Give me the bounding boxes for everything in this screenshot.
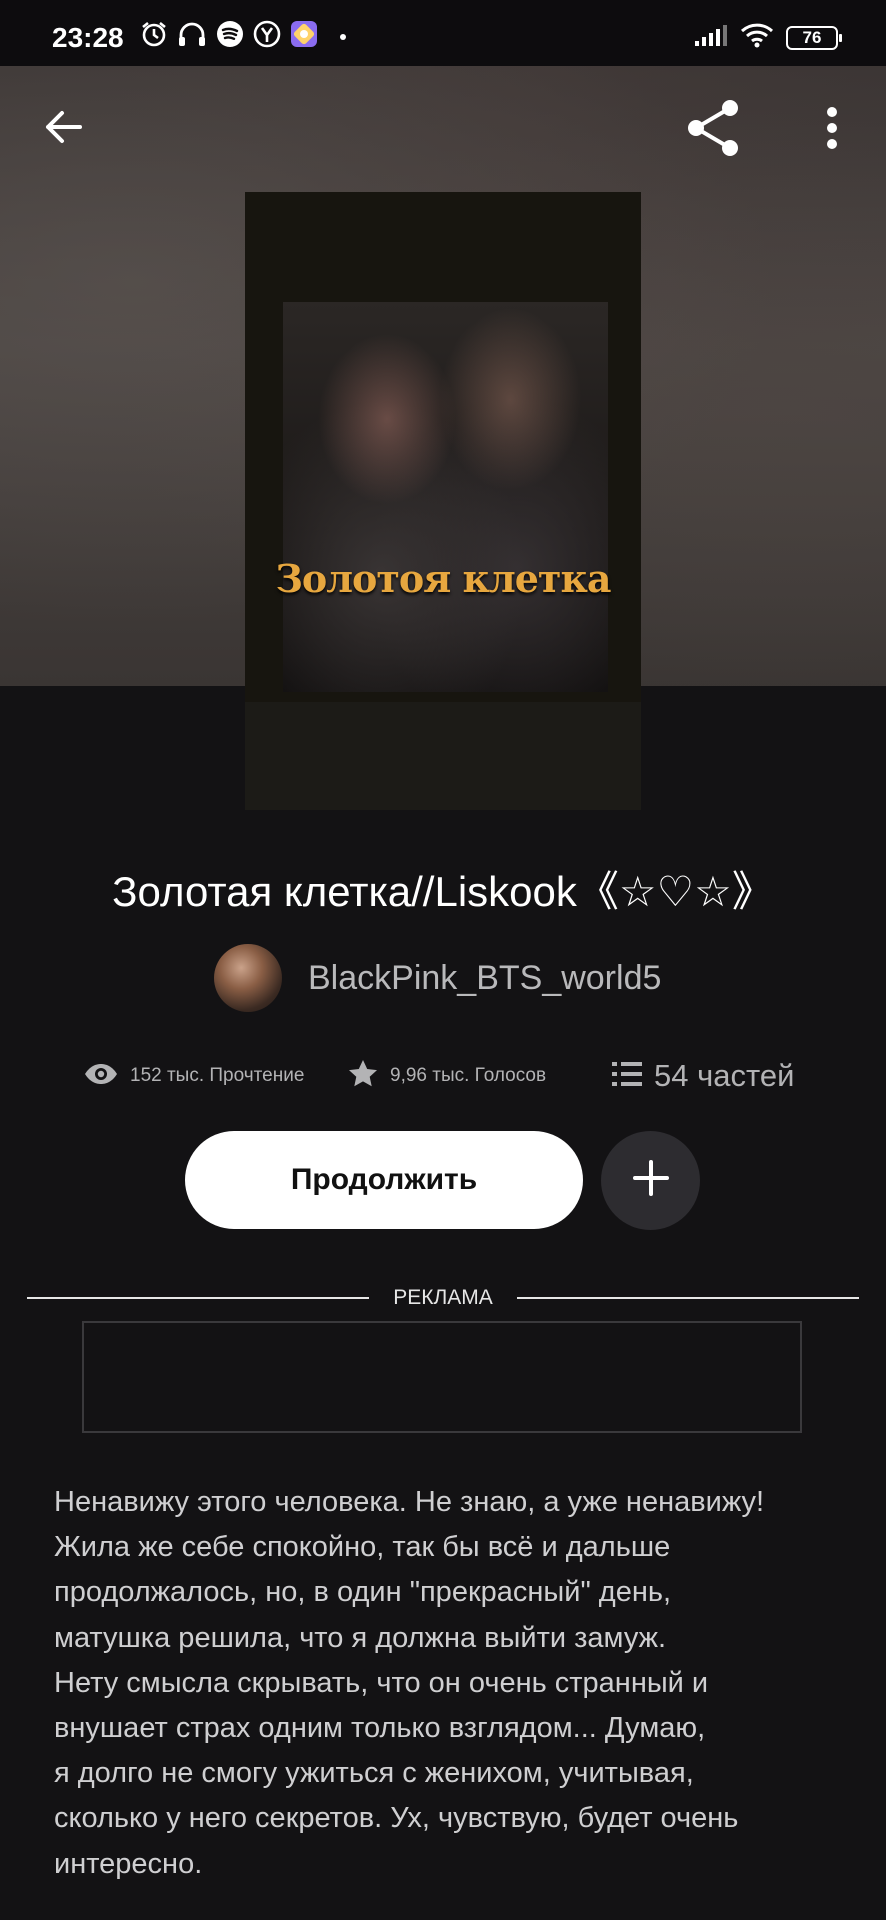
signal-icon — [694, 23, 728, 52]
more-vertical-icon — [822, 107, 842, 154]
author-name: BlackPink_BTS_world5 — [308, 958, 662, 997]
yandex-icon — [253, 20, 281, 53]
app-icon — [290, 20, 318, 53]
votes-stat: 9,96 тыс. Голосов — [348, 1054, 546, 1098]
battery-icon: 76 — [786, 25, 842, 50]
more-options-button[interactable] — [822, 106, 842, 155]
share-icon — [684, 100, 742, 162]
story-description: Ненавижу этого человека. Не знаю, а уже … — [54, 1486, 765, 1880]
votes-count: 9,96 тыс. Голосов — [390, 1065, 547, 1086]
cover-bottom-band — [245, 702, 641, 810]
avatar — [214, 944, 282, 1012]
list-icon — [612, 1061, 642, 1092]
back-arrow-icon — [40, 111, 86, 154]
spotify-icon — [216, 20, 244, 53]
reads-stat: 152 тыс. Прочтение — [84, 1054, 304, 1098]
back-button[interactable] — [40, 104, 86, 155]
author-link[interactable]: BlackPink_BTS_world5 — [214, 944, 661, 1012]
wifi-icon — [740, 22, 774, 53]
ad-label: РЕКЛАМА — [393, 1286, 493, 1309]
story-title: Золотая клетка//Liskook《☆♡☆》 — [112, 868, 774, 915]
ad-divider-left — [27, 1297, 369, 1299]
story-cover: Золотоя клетка — [245, 192, 641, 810]
ad-divider-right — [517, 1297, 859, 1299]
continue-reading-button[interactable]: Продолжить — [185, 1131, 583, 1229]
headphones-icon — [177, 20, 207, 53]
star-icon — [348, 1059, 378, 1094]
share-button[interactable] — [684, 98, 742, 163]
status-system-icons: 76 — [694, 22, 842, 53]
status-time: 23:28 — [52, 22, 124, 53]
parts-stat: 54 частей — [612, 1054, 794, 1098]
reads-count: 152 тыс. Прочтение — [130, 1065, 305, 1086]
cover-photo — [283, 302, 608, 692]
eye-icon — [84, 1063, 118, 1090]
parts-count: 54 частей — [654, 1058, 795, 1093]
alarm-icon — [140, 20, 168, 53]
status-bar: 23:28 76 — [0, 0, 886, 66]
ad-banner[interactable] — [82, 1321, 802, 1433]
add-to-library-button[interactable] — [601, 1131, 700, 1230]
cover-title-text: Золотоя клетка — [275, 556, 611, 601]
dot-icon — [339, 28, 347, 46]
story-stats: 152 тыс. Прочтение 9,96 тыс. Голосов 54 … — [84, 1054, 824, 1098]
plus-icon — [632, 1159, 670, 1202]
status-notification-icons — [140, 20, 347, 53]
